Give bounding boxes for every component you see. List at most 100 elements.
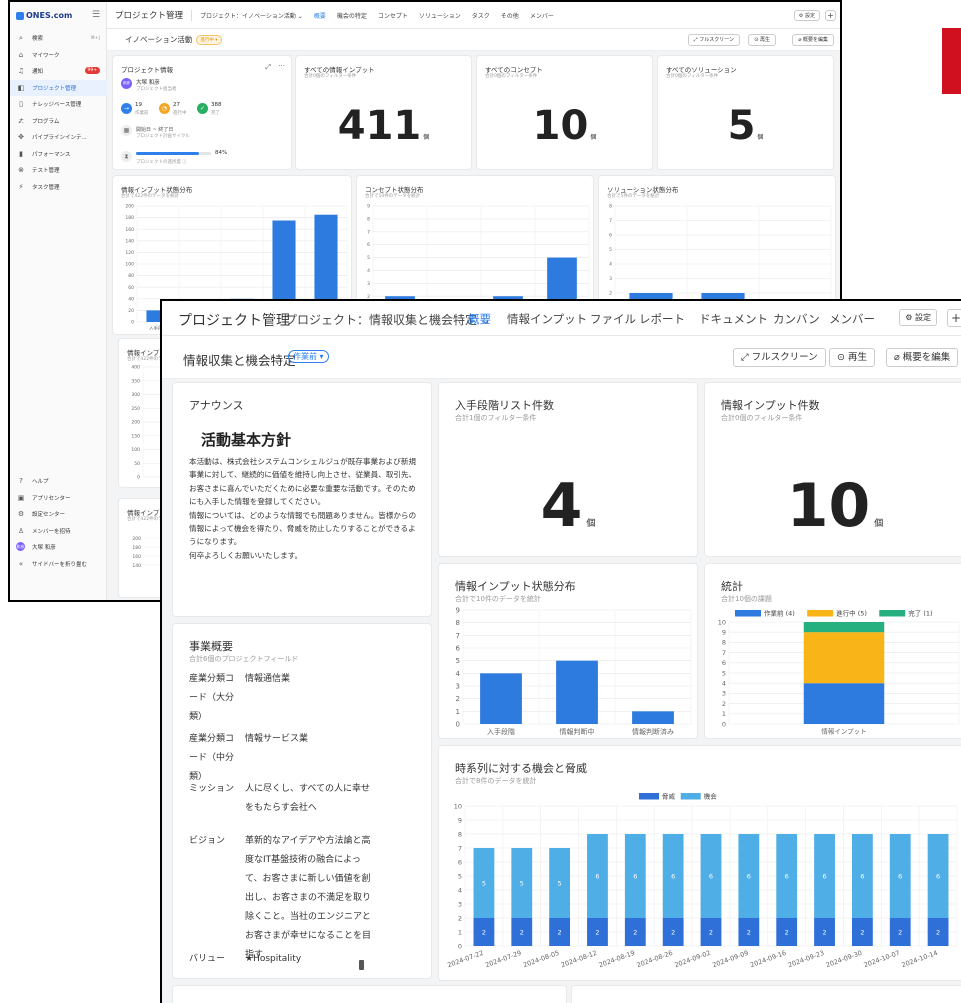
sidebar-item-project[interactable]: ◧ プロジェクト管理 <box>10 79 107 96</box>
card-subtitle: 合計で5件のデータを統計 <box>607 194 660 199</box>
announcement-line: にも入手した情報を登録してください。 <box>189 497 326 507</box>
y-tick-label: 120 <box>125 250 134 256</box>
kpi-number: 4 <box>540 471 583 541</box>
sidebar-item-avatar[interactable]: 和彦 大塚 和彦 <box>10 539 107 555</box>
tab-2[interactable]: コンセプト <box>378 11 408 20</box>
fullscreen-button[interactable]: ⤢ フルスクリーン <box>733 348 826 367</box>
bar-segment[interactable] <box>803 683 885 724</box>
add-button[interactable]: + <box>947 309 961 327</box>
sidebar-item-app-center[interactable]: ▣ アプリセンター <box>10 490 107 506</box>
y-tick-label: 150 <box>131 433 140 439</box>
progress-bar <box>136 152 211 155</box>
sidebar-item-program[interactable]: ሯ プログラム <box>10 113 107 129</box>
bottom-card-right <box>571 985 961 1003</box>
tab-0[interactable]: 概要 <box>468 311 491 339</box>
sidebar-item-test[interactable]: ⊗ テスト管理 <box>10 162 107 178</box>
x-tick-label: 2024-08-05 <box>522 949 560 969</box>
tab-1[interactable]: 情報インプット <box>507 311 587 327</box>
settings-button[interactable]: ⚙ 設定 <box>899 309 937 326</box>
status-badge[interactable]: 進行中 ▾ <box>196 34 222 45</box>
stat-label: 完了 <box>211 111 220 116</box>
play-button[interactable]: ⊙ 再生 <box>748 34 776 46</box>
kpi-unit: 個 <box>757 134 764 141</box>
menu-icon[interactable]: ☰ <box>92 10 100 20</box>
tab-4[interactable]: タスク <box>472 11 490 20</box>
help-icon: ? <box>19 477 23 485</box>
kpi-card: 情報インプット件数 合計0個のフィルター条件 10 個 <box>704 382 961 557</box>
y-tick-label: 1 <box>456 708 460 716</box>
tab-6[interactable]: メンバー <box>530 11 554 20</box>
sidebar-item-label: パフォーマンス <box>32 151 71 158</box>
data-label: 5 <box>558 879 562 887</box>
sidebar-item-bell[interactable]: ♫ 通知 99+ <box>10 63 107 79</box>
announcement-card: アナウンス 活動基本方針 本活動は、株式会社システムコンシェルジュが既存事業およ… <box>172 382 432 617</box>
input-status-chart: 0 1 2 3 4 5 6 7 8 9 入手段階 情報判断中 情報判断済み <box>456 606 692 736</box>
more-icon[interactable]: ··· <box>278 62 285 70</box>
expand-icon[interactable]: ⤢ <box>265 63 271 72</box>
y-tick-label: 9 <box>458 816 462 824</box>
y-tick-label: 5 <box>456 657 460 665</box>
bar-segment[interactable] <box>803 632 885 684</box>
bar-icon: ▮ <box>19 149 23 158</box>
data-label: 2 <box>709 928 713 936</box>
x-tick-label: 2024-09-23 <box>787 949 825 969</box>
tab-1[interactable]: 機会の特定 <box>337 11 367 20</box>
bar[interactable] <box>556 660 598 724</box>
sidebar-item-invite[interactable]: ♙ メンバーを招待 <box>10 523 107 539</box>
y-tick-label: 10 <box>718 618 726 626</box>
sidebar-item-label: 大塚 和彦 <box>32 545 56 551</box>
project-selector[interactable]: プロジェクト：イノベーション活動 ⌄ <box>200 11 303 20</box>
sidebar-item-pipeline[interactable]: ✥ パイプラインインテ... <box>10 129 107 145</box>
sidebar-item-search[interactable]: ⌕ 検索 ⌘+J <box>10 30 107 46</box>
tab-3[interactable]: レポート <box>639 311 685 327</box>
y-tick-label: 2 <box>722 700 726 708</box>
y-tick-label: 250 <box>131 406 140 412</box>
status-badge[interactable]: 作業前 ▾ <box>288 350 329 363</box>
y-tick-label: 0 <box>456 720 460 728</box>
data-label: 6 <box>860 872 864 880</box>
tab-5[interactable]: その他 <box>501 11 519 20</box>
sidebar-item-help[interactable]: ? ヘルプ <box>10 473 107 489</box>
tab-4[interactable]: ドキュメント <box>699 311 768 327</box>
ones-logo[interactable]: ONES.com <box>16 11 72 20</box>
project-selector[interactable]: プロジェクト：情報収集と機会特定 ⌄ <box>285 311 491 328</box>
settings-button[interactable]: ⚙ 設定 <box>793 10 820 21</box>
tab-6[interactable]: メンバー <box>829 311 875 327</box>
sidebar-item-home[interactable]: ⌂ マイワーク <box>10 47 107 63</box>
data-label: 6 <box>936 872 940 880</box>
add-button[interactable]: + <box>825 10 836 21</box>
bar[interactable] <box>632 711 674 724</box>
card-subtitle: 合計で10件のデータを統計 <box>455 595 541 603</box>
y-tick-label: 4 <box>458 886 462 894</box>
foreground-app-window: プロジェクト管理 プロジェクト：情報収集と機会特定 ⌄ 概要 情報インプット ファイ… <box>160 299 961 1003</box>
edit-handle-icon[interactable] <box>359 960 364 970</box>
y-tick-label: 10 <box>454 802 462 810</box>
card-subtitle: 合計6個のプロジェクトフィールド <box>189 655 299 663</box>
y-tick-label: 400 <box>131 365 140 371</box>
y-tick-label: 160 <box>125 227 134 233</box>
tab-3[interactable]: ソリューション <box>419 11 461 20</box>
announcement-line: 事業に対して、継続的に価値を維持し向上させ、従業員、取引先、 <box>189 470 417 480</box>
tab-5[interactable]: カンバン <box>773 311 820 327</box>
tab-0[interactable]: 概要 <box>314 11 326 20</box>
play-button[interactable]: ⊙ 再生 <box>829 348 875 367</box>
sidebar-item-collapse[interactable]: « サイドバーを折り畳む <box>10 556 107 572</box>
data-label: 2 <box>671 928 675 936</box>
period-text: 開始日 ~ 終了日 <box>136 127 174 133</box>
sidebar-item-task[interactable]: ⚡ タスク管理 <box>10 179 107 195</box>
edit-overview-button[interactable]: ⌀ 概要を編集 <box>792 34 834 46</box>
data-label: 6 <box>785 872 789 880</box>
legend-swatch <box>879 610 906 617</box>
bar-segment[interactable] <box>803 622 885 633</box>
tab-2[interactable]: ファイル <box>590 311 636 327</box>
y-tick-label: 1 <box>722 710 726 718</box>
edit-overview-button[interactable]: ⌀ 概要を編集 <box>886 348 959 367</box>
data-label: 5 <box>520 879 524 887</box>
search-icon: ⌕ <box>19 34 23 42</box>
bar[interactable] <box>480 673 522 724</box>
fullscreen-button[interactable]: ⤢ フルスクリーン <box>687 34 740 46</box>
sidebar-item-bar[interactable]: ▮ パフォーマンス <box>10 146 107 162</box>
sidebar-item-settings[interactable]: ⚙ 設定センター <box>10 506 107 522</box>
card-subtitle: 合計0個のフィルター条件 <box>485 74 538 79</box>
sidebar-item-book[interactable]: ▯ ナレッジベース管理 <box>10 96 107 112</box>
